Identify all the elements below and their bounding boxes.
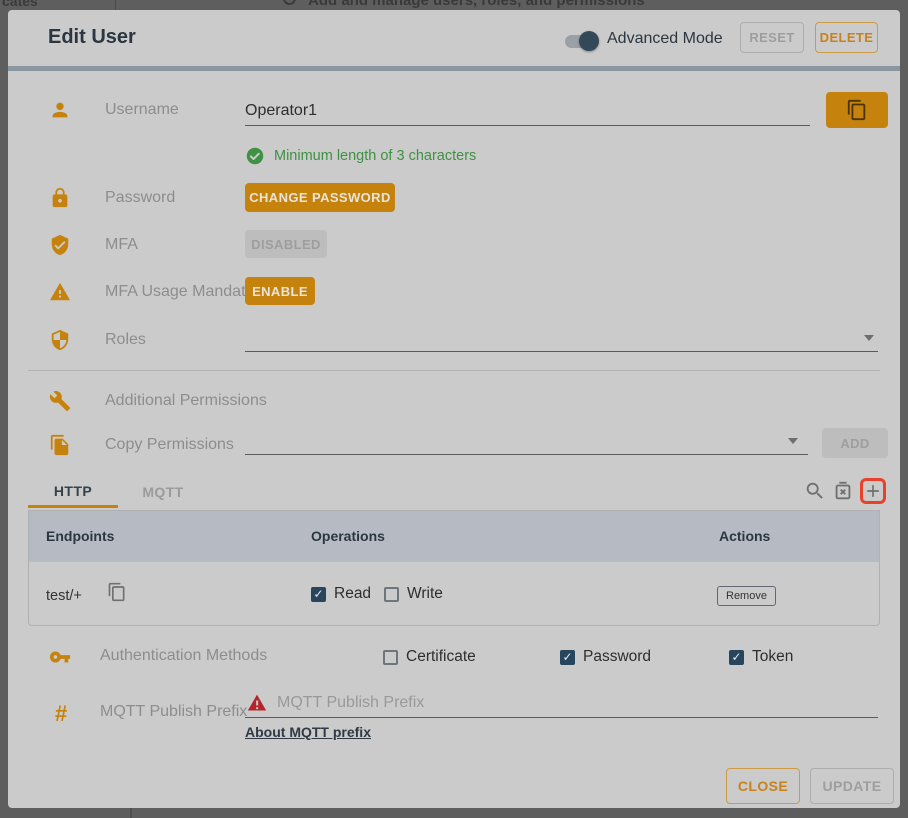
copy-username-button[interactable]	[826, 92, 888, 128]
toggle-knob	[579, 31, 599, 51]
read-checkbox-row: ✓ Read	[311, 585, 371, 603]
shield-check-icon	[49, 234, 71, 256]
advanced-mode-toggle[interactable]	[565, 31, 599, 51]
roles-select[interactable]	[245, 322, 878, 352]
permissions-toolbar	[804, 478, 886, 504]
mqtt-prefix-input[interactable]	[277, 690, 867, 716]
password-label: Password	[105, 189, 175, 207]
certificate-option: ✓ Certificate	[383, 648, 476, 666]
additional-permissions-label: Additional Permissions	[105, 392, 267, 410]
delete-button[interactable]: DELETE	[815, 22, 878, 53]
close-button[interactable]: CLOSE	[726, 768, 800, 804]
copy-permissions-select[interactable]	[245, 425, 808, 455]
copy-permissions-label: Copy Permissions	[105, 436, 234, 454]
tab-http[interactable]: HTTP	[28, 476, 118, 508]
dialog-header: Edit User Advanced Mode RESET DELETE	[8, 10, 900, 66]
username-label: Username	[105, 101, 179, 119]
mfa-mandatory-label: MFA Usage Mandatory	[105, 283, 268, 301]
backdrop-divider	[115, 0, 116, 10]
tab-mqtt[interactable]: MQTT	[118, 476, 208, 508]
check-circle-icon	[246, 147, 264, 165]
password-option-label: Password	[583, 648, 651, 666]
info-icon	[283, 0, 296, 5]
roles-label: Roles	[105, 331, 146, 349]
reset-button[interactable]: RESET	[740, 22, 804, 53]
remove-endpoint-button[interactable]: Remove	[717, 586, 776, 606]
update-button[interactable]: UPDATE	[810, 768, 894, 804]
advanced-mode-label: Advanced Mode	[607, 30, 723, 48]
error-warning-icon	[247, 693, 267, 713]
column-operations: Operations	[311, 528, 385, 544]
read-checkbox[interactable]: ✓	[311, 587, 326, 602]
lock-icon	[49, 187, 71, 209]
certificate-label: Certificate	[406, 648, 476, 666]
write-checkbox[interactable]: ✓	[384, 587, 399, 602]
token-option: ✓ Token	[729, 648, 793, 666]
backdrop-info-text: Add and manage users, roles, and permiss…	[308, 0, 645, 9]
chevron-down-icon	[864, 335, 874, 341]
auth-methods-label: Authentication Methods	[100, 647, 267, 665]
shield-icon	[49, 329, 71, 351]
dialog-title: Edit User	[48, 26, 136, 49]
token-label: Token	[752, 648, 793, 666]
column-actions: Actions	[719, 528, 770, 544]
token-checkbox[interactable]: ✓	[729, 650, 744, 665]
column-endpoints: Endpoints	[46, 528, 114, 544]
backdrop-top-strip: cates Add and manage users, roles, and p…	[0, 0, 908, 10]
plus-icon	[863, 481, 883, 501]
add-endpoint-button-highlighted[interactable]	[860, 478, 886, 504]
username-input[interactable]	[245, 96, 810, 126]
write-label: Write	[407, 585, 443, 603]
section-divider	[28, 370, 880, 371]
header-divider	[8, 66, 900, 71]
mqtt-prefix-label: MQTT Publish Prefix	[100, 703, 247, 721]
mfa-enable-button[interactable]: ENABLE	[245, 277, 315, 305]
wrench-icon	[49, 390, 71, 412]
key-icon	[49, 646, 71, 668]
write-checkbox-row: ✓ Write	[384, 585, 443, 603]
file-copy-icon	[49, 434, 71, 456]
table-row: test/+ ✓ Read ✓ Write Remove	[29, 561, 879, 626]
username-validation-message: Minimum length of 3 characters	[274, 148, 476, 164]
password-option: ✓ Password	[560, 648, 651, 666]
copy-icon	[846, 99, 868, 121]
table-header: Endpoints Operations Actions	[29, 511, 879, 561]
endpoint-value: test/+	[46, 588, 82, 604]
user-icon	[49, 99, 71, 121]
edit-user-dialog: Edit User Advanced Mode RESET DELETE Use…	[8, 10, 900, 808]
backdrop-bottom-divider	[130, 808, 132, 818]
copy-endpoint-icon[interactable]	[107, 582, 127, 602]
change-password-button[interactable]: CHANGE PASSWORD	[245, 183, 395, 212]
endpoints-table: Endpoints Operations Actions test/+ ✓ Re…	[28, 510, 880, 626]
read-label: Read	[334, 585, 371, 603]
backdrop-left-text: cates	[2, 0, 38, 9]
warning-icon	[49, 281, 71, 303]
add-permissions-button[interactable]: ADD	[822, 428, 888, 458]
search-icon[interactable]	[804, 480, 826, 502]
mfa-disabled-button[interactable]: DISABLED	[245, 230, 327, 258]
hash-icon: #	[55, 701, 67, 727]
delete-all-icon[interactable]	[832, 480, 854, 502]
about-mqtt-prefix-link[interactable]: About MQTT prefix	[245, 724, 371, 740]
certificate-checkbox[interactable]: ✓	[383, 650, 398, 665]
mqtt-prefix-field	[245, 690, 878, 718]
mfa-label: MFA	[105, 236, 138, 254]
password-checkbox[interactable]: ✓	[560, 650, 575, 665]
chevron-down-icon	[788, 438, 798, 444]
